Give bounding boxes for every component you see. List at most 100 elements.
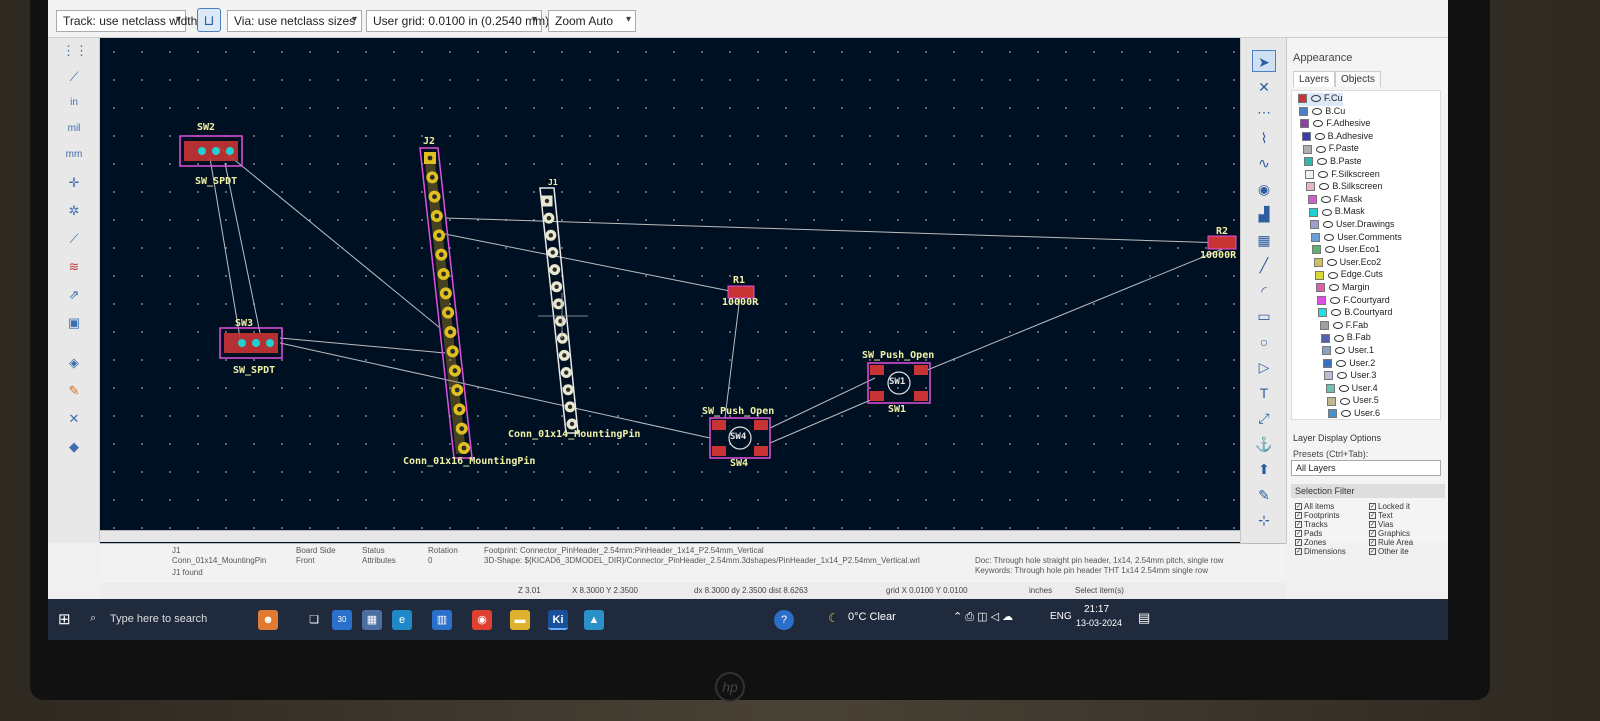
- via-icon[interactable]: ⟋: [62, 228, 86, 250]
- layer-row[interactable]: F.Adhesive: [1300, 118, 1370, 131]
- layer-row[interactable]: User.6: [1328, 408, 1380, 421]
- eye-icon[interactable]: [1333, 334, 1344, 342]
- ruler-icon[interactable]: ⟋: [62, 66, 86, 88]
- layer-row[interactable]: F.Cu: [1298, 93, 1343, 106]
- taskbar-search[interactable]: ⌕ Type here to search: [84, 607, 244, 633]
- layer-row[interactable]: User.Comments: [1311, 232, 1402, 245]
- via-icon[interactable]: ◉: [1252, 178, 1276, 200]
- eye-icon[interactable]: [1331, 309, 1342, 317]
- layer-icon[interactable]: ◆: [62, 436, 86, 458]
- layer-color-swatch[interactable]: [1304, 157, 1313, 167]
- layer-color-swatch[interactable]: [1323, 358, 1333, 368]
- layer-color-swatch[interactable]: [1326, 396, 1336, 406]
- circle-icon[interactable]: ○: [1252, 331, 1276, 353]
- eye-icon[interactable]: [1318, 170, 1329, 178]
- eye-icon[interactable]: [1325, 246, 1336, 254]
- anchor-icon[interactable]: ⚓: [1252, 433, 1276, 455]
- layer-color-swatch[interactable]: [1301, 131, 1311, 141]
- layer-row[interactable]: User.3: [1324, 370, 1376, 383]
- eye-icon[interactable]: [1315, 145, 1326, 153]
- layer-color-swatch[interactable]: [1310, 220, 1319, 230]
- image-app-icon[interactable]: ▲: [584, 610, 604, 630]
- checkbox-icon[interactable]: ✓: [1295, 548, 1302, 556]
- pcb-canvas[interactable]: SW2 SW_SPDT SW3 SW_SPDT J2 Conn_01x16_Mo…: [100, 38, 1240, 543]
- tab-layers[interactable]: Layers: [1293, 71, 1336, 87]
- kicad-app-icon[interactable]: Ki: [548, 610, 568, 630]
- layer-color-swatch[interactable]: [1307, 194, 1317, 204]
- layer-row[interactable]: Edge.Cuts: [1314, 269, 1383, 282]
- eye-icon[interactable]: [1329, 284, 1339, 292]
- layer-row[interactable]: User.2: [1323, 358, 1375, 371]
- layer-color-swatch[interactable]: [1320, 333, 1330, 343]
- layer-color-swatch[interactable]: [1306, 182, 1316, 192]
- filter-checkbox[interactable]: ✓ Zones: [1295, 538, 1326, 547]
- r2-footprint[interactable]: [1207, 235, 1237, 250]
- eye-icon[interactable]: [1314, 132, 1325, 140]
- eye-icon[interactable]: [1313, 120, 1324, 128]
- layer-color-swatch[interactable]: [1305, 169, 1315, 179]
- measure-icon[interactable]: ✎: [1252, 484, 1276, 506]
- arc-icon[interactable]: ◜: [1252, 280, 1276, 302]
- track-width-select[interactable]: Track: use netclass width ▾: [56, 10, 197, 32]
- checkbox-icon[interactable]: ✓: [1295, 530, 1302, 538]
- zoom-select[interactable]: Zoom Auto ▾: [548, 10, 636, 32]
- layer-row[interactable]: B.Fab: [1320, 332, 1371, 345]
- checkbox-icon[interactable]: ✓: [1369, 521, 1376, 529]
- chrome-icon[interactable]: ◉: [472, 610, 492, 630]
- eye-icon[interactable]: [1326, 258, 1337, 266]
- eye-icon[interactable]: [1327, 271, 1338, 279]
- eye-icon[interactable]: [1320, 195, 1331, 203]
- layer-color-swatch[interactable]: [1299, 106, 1309, 116]
- calendar-icon[interactable]: ▥: [432, 610, 452, 630]
- layer-row[interactable]: F.Silkscreen: [1305, 169, 1380, 182]
- layer-color-swatch[interactable]: [1314, 270, 1324, 280]
- eye-icon[interactable]: [1317, 158, 1327, 166]
- eye-icon[interactable]: [1341, 410, 1351, 418]
- layer-color-swatch[interactable]: [1317, 295, 1327, 305]
- layer-row[interactable]: F.Paste: [1302, 143, 1359, 156]
- units-inch-button[interactable]: in: [62, 92, 86, 114]
- weather-label[interactable]: 0°C Clear: [848, 611, 896, 623]
- keepout-icon[interactable]: ▦: [1252, 229, 1276, 251]
- highlight-icon[interactable]: ✕: [1252, 76, 1276, 98]
- windows-start-icon[interactable]: ⊞: [58, 610, 71, 628]
- grid-origin-icon[interactable]: ⊹: [1252, 509, 1276, 531]
- clock-time[interactable]: 21:17: [1084, 604, 1109, 615]
- filter-checkbox[interactable]: ✓ Locked it: [1369, 502, 1410, 511]
- layer-row[interactable]: User.4: [1325, 383, 1378, 396]
- clock-date[interactable]: 13-03-2024: [1076, 618, 1122, 628]
- layer-row[interactable]: User.Eco2: [1313, 257, 1381, 270]
- eye-icon[interactable]: [1337, 372, 1348, 380]
- zone-icon[interactable]: ▟: [1252, 203, 1276, 225]
- layer-color-swatch[interactable]: [1312, 245, 1322, 255]
- store-icon[interactable]: ▦: [362, 610, 382, 630]
- file-explorer-icon[interactable]: ▬: [510, 610, 530, 630]
- sw3-footprint[interactable]: [219, 327, 283, 359]
- ratsnest-icon[interactable]: ✲: [62, 200, 86, 222]
- checkbox-icon[interactable]: ✓: [1295, 503, 1302, 511]
- layer-display-options[interactable]: Layer Display Options: [1293, 433, 1381, 443]
- cross-icon[interactable]: ✕: [62, 408, 86, 430]
- rect-icon[interactable]: ▭: [1252, 305, 1276, 327]
- filter-checkbox[interactable]: ✓ Rule Area: [1369, 538, 1413, 547]
- layer-color-swatch[interactable]: [1316, 283, 1325, 293]
- eye-icon[interactable]: [1312, 107, 1323, 115]
- layer-row[interactable]: F.Fab: [1319, 320, 1368, 333]
- checkbox-icon[interactable]: ✓: [1369, 512, 1376, 520]
- tab-objects[interactable]: Objects: [1335, 71, 1381, 87]
- diff-pair-icon[interactable]: ⌇: [1252, 127, 1276, 149]
- grid-select[interactable]: User grid: 0.0100 in (0.2540 mm) ▾: [366, 10, 549, 32]
- calendar-app-icon[interactable]: 30: [332, 610, 352, 630]
- eye-icon[interactable]: [1338, 384, 1349, 392]
- checkbox-icon[interactable]: ✓: [1369, 503, 1376, 511]
- notification-icon[interactable]: ▤: [1138, 610, 1150, 626]
- eye-icon[interactable]: [1319, 183, 1330, 191]
- track-icon[interactable]: ≋: [62, 256, 86, 278]
- layer-row[interactable]: Margin: [1316, 282, 1370, 295]
- edge-icon[interactable]: e: [392, 610, 412, 630]
- origin-icon[interactable]: ⬆: [1252, 458, 1276, 480]
- cursor-icon[interactable]: ✛: [62, 172, 86, 194]
- layer-row[interactable]: B.Silkscreen: [1306, 181, 1382, 194]
- presets-select[interactable]: All Layers: [1291, 460, 1441, 476]
- pad-icon[interactable]: ▣: [62, 312, 86, 334]
